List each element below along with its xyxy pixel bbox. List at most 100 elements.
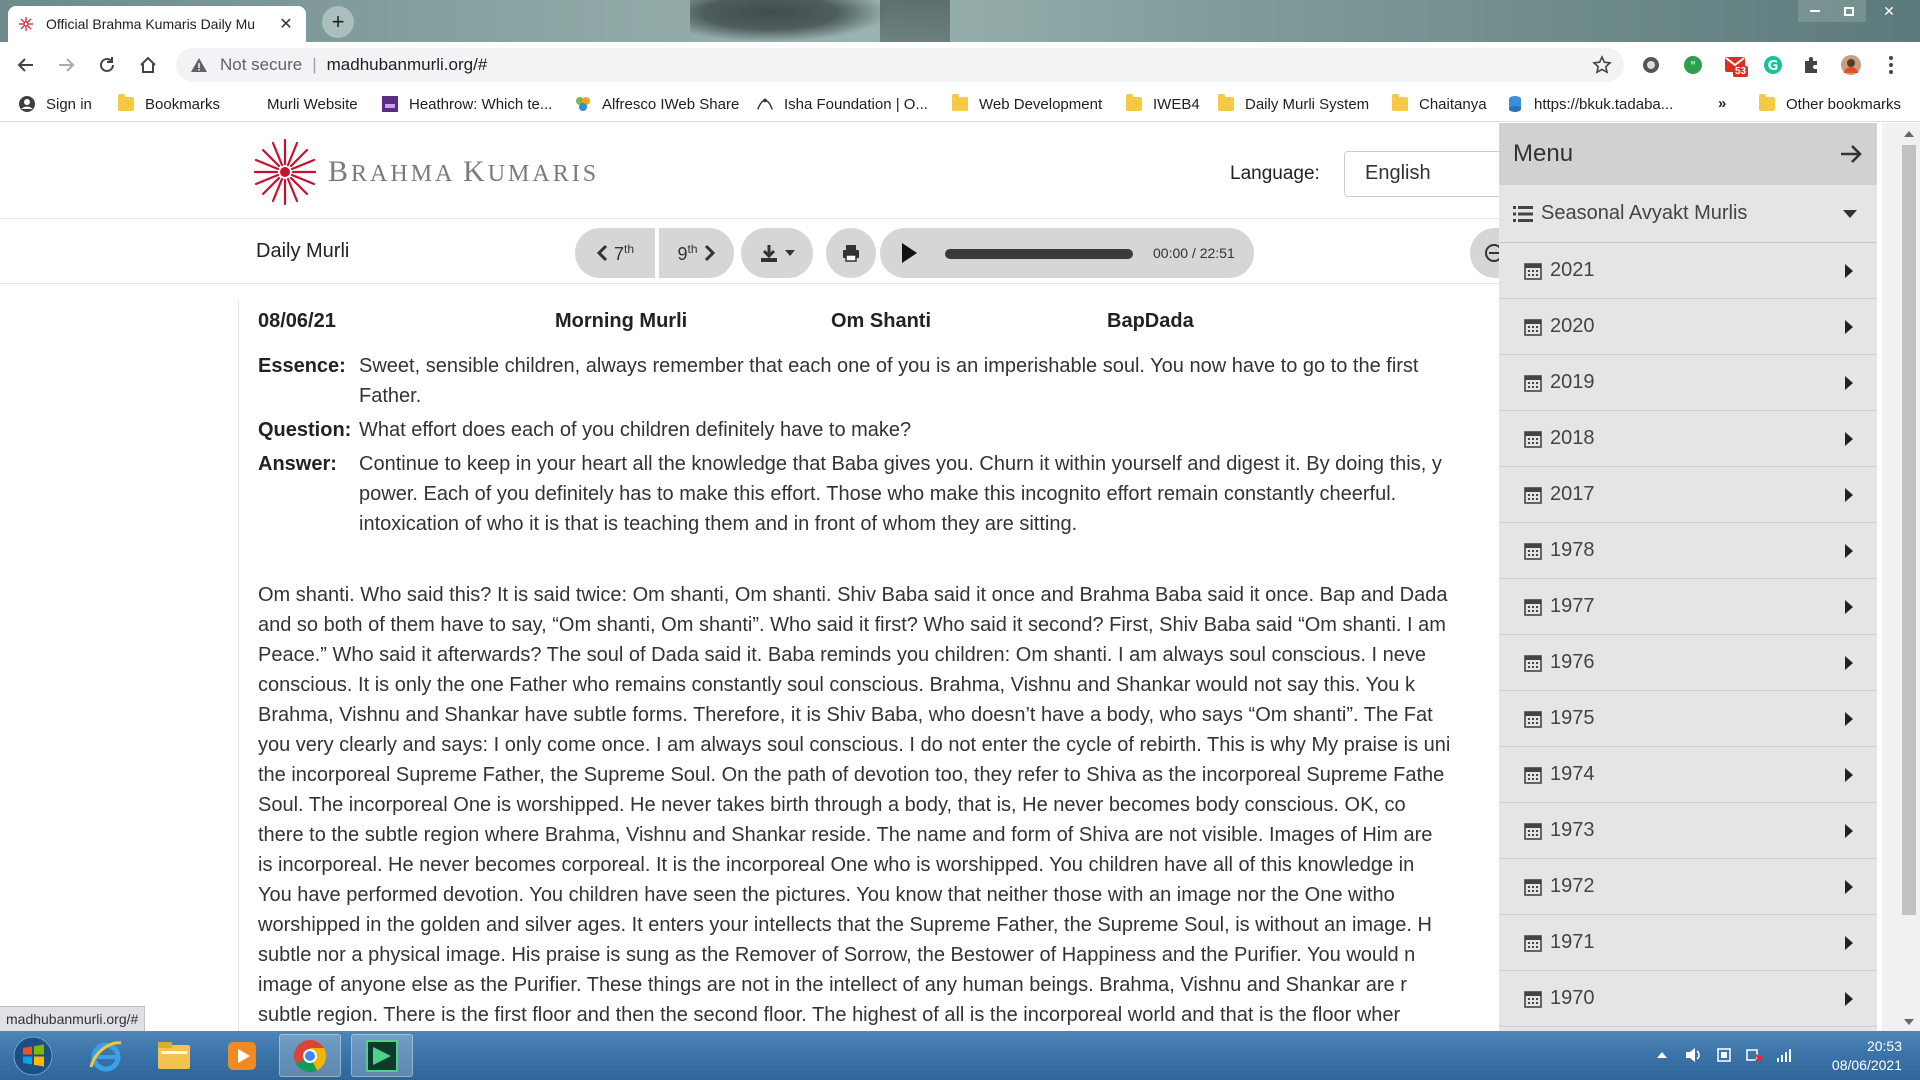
bookmark-star-icon[interactable] (1592, 55, 1612, 75)
year-label: 2018 (1550, 427, 1595, 449)
bookmark-label: Murli Website (267, 95, 358, 113)
clock-time: 20:53 (1866, 1038, 1902, 1054)
taskbar-file-explorer[interactable] (143, 1034, 205, 1077)
body-line: is incorporeal. He never becomes corpore… (258, 854, 1415, 876)
close-menu-arrow-icon[interactable] (1839, 144, 1863, 164)
bookmark-other-bookmarks[interactable]: Other bookmarks (1758, 94, 1901, 113)
back-button[interactable] (12, 51, 40, 79)
menu-year-item[interactable]: 2021 (1499, 243, 1877, 299)
menu-year-item[interactable]: 1975 (1499, 691, 1877, 747)
background-image-figure (880, 0, 950, 42)
brahma-kumaris-logo[interactable]: BRAHMA KUMARIS (254, 137, 599, 207)
extensions-puzzle-icon[interactable] (1800, 54, 1822, 76)
next-day-label: 9th (677, 241, 698, 264)
minimize-button[interactable] (1798, 0, 1832, 22)
tab-close-icon[interactable]: ✕ (276, 14, 296, 34)
taskbar-media-app[interactable] (351, 1034, 413, 1077)
start-button[interactable] (4, 1034, 62, 1077)
menu-year-item[interactable]: 2020 (1499, 299, 1877, 355)
menu-year-item[interactable]: 1973 (1499, 803, 1877, 859)
system-clock[interactable]: 20:53 08/06/2021 (1832, 1037, 1902, 1075)
bookmark-folder-chaitanya[interactable]: Chaitanya (1391, 94, 1487, 113)
menu-year-item[interactable]: 2019 (1499, 355, 1877, 411)
bookmark-alfresco[interactable]: Alfresco IWeb Share (574, 95, 739, 113)
double-chevron-icon: » (1718, 95, 1727, 112)
bookmark-folder-daily-murli-system[interactable]: Daily Murli System (1217, 94, 1370, 113)
calendar-icon (1524, 766, 1542, 784)
volume-icon[interactable] (1684, 1045, 1704, 1065)
bookmark-isha-foundation[interactable]: Isha Foundation | O... (756, 95, 928, 113)
year-label: 1975 (1550, 707, 1595, 729)
menu-year-item[interactable]: 2018 (1499, 411, 1877, 467)
language-label: Language: (1230, 163, 1320, 184)
menu-year-item[interactable]: 1972 (1499, 859, 1877, 915)
extension-quote-icon[interactable]: " (1682, 54, 1704, 76)
bookmarks-bar: Sign in Bookmarks Murli Website Heathrow… (0, 88, 1920, 122)
reload-button[interactable] (93, 51, 121, 79)
bookmark-sign-in[interactable]: Sign in (18, 95, 92, 113)
menu-year-item[interactable]: 1976 (1499, 635, 1877, 691)
url-text: madhubanmurli.org/# (326, 55, 488, 74)
browser-menu-icon[interactable] (1880, 54, 1902, 76)
gmail-icon[interactable]: 53 (1724, 54, 1749, 77)
menu-year-item[interactable]: 2017 (1499, 467, 1877, 523)
bookmark-label: IWEB4 (1153, 95, 1200, 113)
taskbar-chrome[interactable] (279, 1034, 341, 1077)
menu-year-item[interactable]: 1977 (1499, 579, 1877, 635)
forward-button[interactable] (52, 51, 80, 79)
audio-progress-bar[interactable] (945, 249, 1133, 259)
bookmark-folder-bookmarks[interactable]: Bookmarks (117, 94, 220, 113)
menu-year-item[interactable]: 1970 (1499, 971, 1877, 1027)
calendar-icon (1524, 262, 1542, 280)
menu-year-item[interactable]: 1971 (1499, 915, 1877, 971)
home-icon (140, 56, 156, 73)
bookmark-bkuk-database[interactable]: https://bkuk.tadaba... (1506, 95, 1673, 113)
restore-icon (1844, 6, 1854, 16)
network-error-icon[interactable] (1744, 1045, 1764, 1065)
page-scrollbar[interactable] (1882, 123, 1920, 1031)
taskbar-media-player[interactable] (211, 1034, 273, 1077)
extension-globe-icon[interactable] (1640, 54, 1662, 76)
next-day-button[interactable]: 9th (659, 228, 734, 278)
menu-year-item[interactable]: 1974 (1499, 747, 1877, 803)
show-hidden-icons[interactable] (1652, 1045, 1672, 1065)
home-button[interactable] (134, 51, 162, 79)
bookmarks-overflow-button[interactable]: » (1718, 95, 1726, 112)
bookmark-folder-web-development[interactable]: Web Development (951, 94, 1102, 113)
caret-right-icon (1845, 991, 1853, 1006)
browser-tab[interactable]: Official Brahma Kumaris Daily Mu ✕ (8, 6, 306, 42)
side-menu: Menu Seasonal Avyakt Murlis 2021 2020 2019… (1499, 123, 1877, 1031)
new-tab-button[interactable]: + (322, 6, 354, 38)
year-label: 1977 (1550, 595, 1595, 617)
bookmark-label: Sign in (46, 95, 92, 113)
scroll-down-icon[interactable] (1904, 1019, 1914, 1025)
bookmark-heathrow[interactable]: Heathrow: Which te... (381, 95, 552, 113)
essence-line: Father. (359, 385, 422, 407)
bookmark-folder-iweb4[interactable]: IWEB4 (1125, 94, 1200, 113)
taskbar-internet-explorer[interactable] (75, 1034, 137, 1077)
previous-day-button[interactable]: 7th (575, 228, 655, 278)
status-bar-url: madhubanmurli.org/# (0, 1006, 146, 1032)
chrome-icon (294, 1039, 327, 1072)
device-icon[interactable] (1714, 1045, 1734, 1065)
download-button[interactable] (741, 228, 813, 278)
bookmark-label: Daily Murli System (1245, 95, 1370, 113)
caret-right-icon (1845, 935, 1853, 950)
menu-section-seasonal-avyakt-murlis[interactable]: Seasonal Avyakt Murlis (1499, 185, 1877, 243)
scroll-up-icon[interactable] (1904, 131, 1914, 137)
play-icon[interactable] (900, 242, 918, 264)
address-bar[interactable]: Not secure | madhubanmurli.org/# (176, 48, 1624, 82)
scrollbar-thumb[interactable] (1902, 145, 1916, 915)
close-window-button[interactable]: ✕ (1866, 0, 1912, 22)
print-button[interactable] (826, 228, 876, 278)
grammarly-icon[interactable]: G (1762, 54, 1784, 76)
restore-button[interactable] (1832, 0, 1866, 22)
menu-year-item[interactable]: 1978 (1499, 523, 1877, 579)
murli-content: 08/06/21 Morning Murli Om Shanti BapDada… (238, 300, 1500, 1031)
bookmark-murli-website[interactable]: Murli Website (239, 95, 358, 113)
signal-icon[interactable] (1774, 1045, 1794, 1065)
folder-icon (1217, 94, 1235, 113)
profile-avatar[interactable] (1840, 54, 1862, 76)
gmail-badge: 53 (1733, 66, 1749, 77)
caret-right-icon (1845, 487, 1853, 502)
